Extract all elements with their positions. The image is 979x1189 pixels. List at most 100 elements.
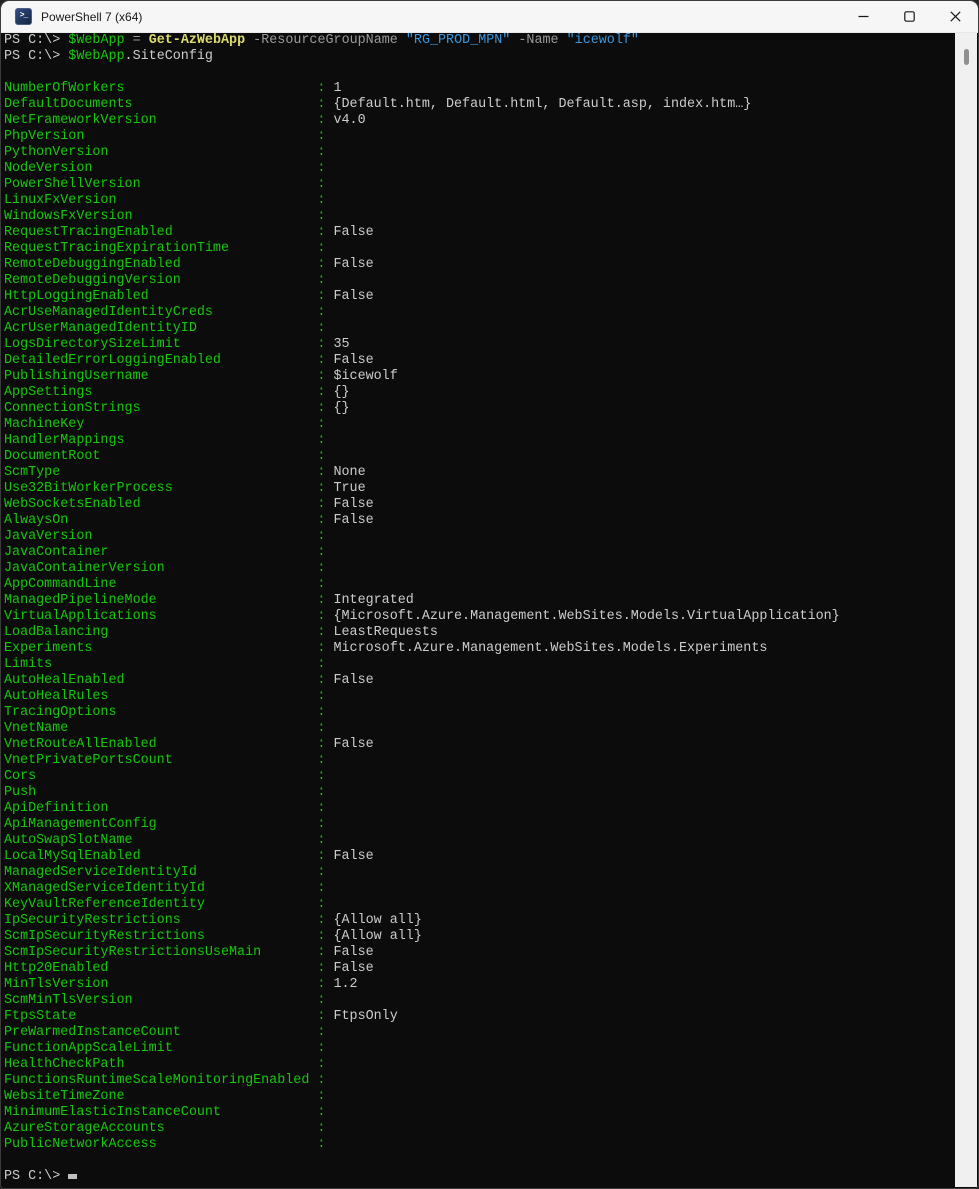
token-default (125, 33, 133, 48)
maximize-icon (903, 11, 915, 22)
close-button[interactable] (932, 1, 978, 32)
property-name: RequestTracingEnabled : (4, 225, 326, 240)
terminal-output-area[interactable]: PS C:\> $WebApp = Get-AzWebApp -Resource… (1, 33, 955, 1188)
property-name: Limits : (4, 657, 326, 672)
token-default: PS C:\> (4, 33, 69, 48)
property-name: PhpVersion : (4, 129, 326, 144)
property-value: False (325, 497, 374, 512)
output-line: JavaContainer : (4, 545, 955, 561)
output-line: PreWarmedInstanceCount : (4, 1025, 955, 1041)
output-line: FunctionAppScaleLimit : (4, 1041, 955, 1057)
property-name: WindowsFxVersion : (4, 209, 326, 224)
output-line: ScmIpSecurityRestrictions : {Allow all} (4, 929, 955, 945)
property-name: NodeVersion : (4, 161, 326, 176)
output-line: WebSocketsEnabled : False (4, 497, 955, 513)
property-name: FunctionAppScaleLimit : (4, 1041, 326, 1056)
property-name: XManagedServiceIdentityId : (4, 881, 326, 896)
window-title: PowerShell 7 (x64) (41, 9, 143, 24)
command-line-2: PS C:\> $WebApp.SiteConfig (4, 49, 955, 65)
property-name: HandlerMappings : (4, 433, 326, 448)
output-line: ManagedPipelineMode : Integrated (4, 593, 955, 609)
property-name: IpSecurityRestrictions : (4, 913, 326, 928)
output-line: PhpVersion : (4, 129, 955, 145)
property-value: False (325, 673, 374, 688)
property-name: AlwaysOn : (4, 513, 326, 528)
output-line: DefaultDocuments : {Default.htm, Default… (4, 97, 955, 113)
property-name: FtpsState : (4, 1009, 326, 1024)
property-name: ApiDefinition : (4, 801, 326, 816)
property-name: ManagedServiceIdentityId : (4, 865, 326, 880)
output-line: Http20Enabled : False (4, 961, 955, 977)
output-line: NumberOfWorkers : 1 (4, 81, 955, 97)
property-name: PreWarmedInstanceCount : (4, 1025, 326, 1040)
property-name: MinTlsVersion : (4, 977, 326, 992)
output-line: MinTlsVersion : 1.2 (4, 977, 955, 993)
output-line: IpSecurityRestrictions : {Allow all} (4, 913, 955, 929)
output-line: DetailedErrorLoggingEnabled : False (4, 353, 955, 369)
maximize-button[interactable] (886, 1, 932, 32)
property-value: {Default.htm, Default.html, Default.asp,… (325, 97, 752, 112)
property-name: AutoSwapSlotName : (4, 833, 326, 848)
property-name: RemoteDebuggingVersion : (4, 273, 326, 288)
property-value: None (325, 465, 366, 480)
property-name: ConnectionStrings : (4, 401, 326, 416)
output-line: AlwaysOn : False (4, 513, 955, 529)
token-default: PS C:\> (4, 49, 69, 64)
output-line: Cors : (4, 769, 955, 785)
property-value: False (325, 849, 374, 864)
prompt-text: PS C:\> (4, 1169, 69, 1184)
property-name: VnetName : (4, 721, 326, 736)
output-line: DocumentRoot : (4, 449, 955, 465)
property-name: PublicNetworkAccess : (4, 1137, 326, 1152)
property-name: HealthCheckPath : (4, 1057, 326, 1072)
output-line: ApiDefinition : (4, 801, 955, 817)
property-name: LoadBalancing : (4, 625, 326, 640)
output-line: WindowsFxVersion : (4, 209, 955, 225)
property-value: {} (325, 385, 350, 400)
output-line: VnetRouteAllEnabled : False (4, 737, 955, 753)
property-value: 1 (325, 81, 342, 96)
property-name: JavaContainerVersion : (4, 561, 326, 576)
output-line: Use32BitWorkerProcess : True (4, 481, 955, 497)
property-value: False (325, 513, 374, 528)
property-value: False (325, 289, 374, 304)
powershell-icon[interactable]: >_ (15, 8, 32, 25)
token-variable: $WebApp (68, 33, 125, 48)
vertical-scrollbar[interactable] (955, 33, 977, 1187)
output-line: PublishingUsername : $icewolf (4, 369, 955, 385)
prompt-line[interactable]: PS C:\> (4, 1169, 955, 1185)
output-line: VnetPrivatePortsCount : (4, 753, 955, 769)
output-line: ScmType : None (4, 465, 955, 481)
powershell-window: >_ PowerShell 7 (x64) PS C:\> $WebApp = (0, 0, 979, 1189)
property-name: FunctionsRuntimeScaleMonitoringEnabled : (4, 1073, 326, 1088)
token-default (559, 33, 567, 48)
property-name: ScmMinTlsVersion : (4, 993, 326, 1008)
property-value: False (325, 353, 374, 368)
output-line: WebsiteTimeZone : (4, 1089, 955, 1105)
output-line: MachineKey : (4, 417, 955, 433)
property-value: False (325, 961, 374, 976)
scrollbar-thumb[interactable] (964, 49, 969, 65)
property-name: RemoteDebuggingEnabled : (4, 257, 326, 272)
property-value: FtpsOnly (325, 1009, 398, 1024)
property-name: LocalMySqlEnabled : (4, 849, 326, 864)
output-line: ConnectionStrings : {} (4, 401, 955, 417)
property-value: True (325, 481, 366, 496)
output-line: AutoSwapSlotName : (4, 833, 955, 849)
token-default (245, 33, 253, 48)
caption-buttons (840, 1, 978, 32)
property-value: False (325, 257, 374, 272)
output-line: LocalMySqlEnabled : False (4, 849, 955, 865)
property-value: False (325, 945, 374, 960)
output-line: NodeVersion : (4, 161, 955, 177)
property-value: False (325, 737, 374, 752)
property-name: MachineKey : (4, 417, 326, 432)
property-name: VirtualApplications : (4, 609, 326, 624)
property-value: LeastRequests (325, 625, 438, 640)
output-line: KeyVaultReferenceIdentity : (4, 897, 955, 913)
minimize-button[interactable] (840, 1, 886, 32)
token-default: .SiteConfig (124, 49, 213, 64)
title-bar[interactable]: >_ PowerShell 7 (x64) (1, 1, 978, 33)
